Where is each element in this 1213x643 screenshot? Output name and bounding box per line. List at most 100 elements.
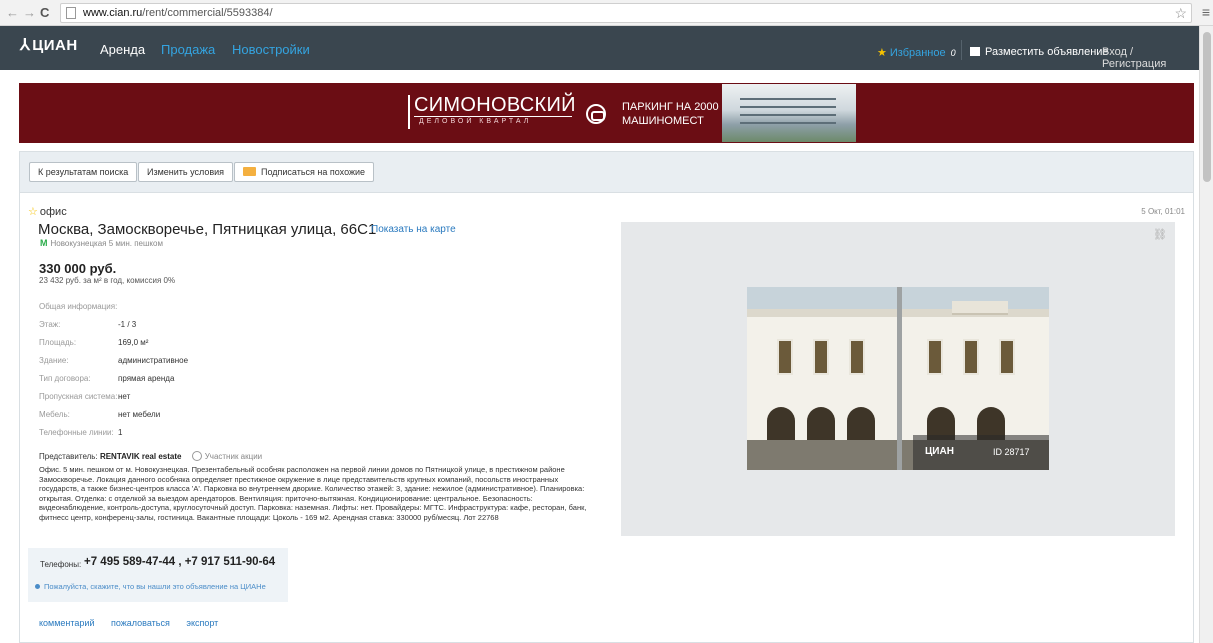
listing-price: 330 000 руб.	[39, 261, 117, 276]
listing-photo[interactable]: ЦИАН ID 28717	[747, 287, 1049, 470]
favorites-count: 0	[950, 48, 956, 58]
photo-window	[777, 339, 793, 375]
building-floor	[740, 106, 836, 108]
phone-box: Телефоны: +7 495 589-47-44 , +7 917 511-…	[28, 548, 288, 602]
banner-building-image	[722, 84, 856, 142]
favorites-label: Избранное	[889, 47, 946, 59]
banner-underline	[414, 116, 572, 117]
info-row-area: Площадь: 169,0 м²	[39, 338, 188, 356]
info-value: административное	[118, 356, 189, 365]
page-scrollbar[interactable]	[1199, 26, 1213, 643]
subscribe-similar-button[interactable]: Подписаться на похожие	[234, 162, 375, 182]
export-link[interactable]: экспорт	[186, 618, 218, 628]
login-link[interactable]: Вход / Регистрация	[1102, 46, 1199, 70]
listing-date: 5 Окт, 01:01	[1141, 207, 1185, 216]
info-dot-icon	[35, 584, 40, 589]
photo-gallery[interactable]: ⛓ ЦИАН ID 28717	[621, 222, 1175, 536]
photo-arch	[767, 407, 795, 441]
photo-watermark: ЦИАН ID 28717	[913, 435, 1049, 470]
envelope-icon	[243, 167, 256, 176]
metro-text: Новокузнецкая 5 мин. пешком	[50, 239, 163, 248]
complain-link[interactable]: пожаловаться	[111, 618, 170, 628]
info-row-access: Пропускная система:нет	[39, 392, 188, 410]
photo-window	[927, 339, 943, 375]
photo-pole	[897, 287, 902, 470]
info-key: Здание:	[39, 356, 69, 365]
bookmark-star-icon[interactable]: ☆	[1174, 5, 1187, 22]
building-floor	[740, 114, 836, 116]
banner-parking-text: ПАРКИНГ НА 2000 МАШИНОМЕСТ	[622, 100, 719, 128]
general-info: Общая информация: Этаж: -1 / 3 Площадь: 16…	[39, 302, 188, 446]
info-value: -1 / 3	[118, 320, 137, 329]
info-key: Мебель:	[39, 410, 70, 419]
url-domain: www.cian.ru	[83, 7, 143, 19]
page-icon	[66, 7, 76, 19]
url-path: /rent/commercial/5593384/	[142, 7, 273, 19]
show-on-map-link[interactable]: Показать на карте	[371, 224, 456, 235]
banner-brand-sub: ДЕЛОВОЙ КВАРТАЛ	[419, 118, 532, 125]
logo-icon: ⅄	[20, 37, 31, 54]
info-key: Телефонные линии:	[39, 428, 114, 437]
photo-arch	[847, 407, 875, 441]
nav-new-buildings[interactable]: Новостройки	[232, 42, 310, 57]
browser-menu-icon[interactable]: ≡	[1202, 4, 1210, 20]
promo-badge: Участник акции	[191, 451, 263, 461]
info-row-building: Здание: административное	[39, 356, 188, 374]
representative: Представитель: RENTAVIK real estate Учас…	[39, 451, 262, 461]
phone-numbers[interactable]: +7 495 589-47-44 , +7 917 511-90-64	[84, 556, 275, 568]
building-floor	[740, 122, 836, 124]
listing-panel: К результатам поиска Изменить условия По…	[19, 151, 1194, 643]
metro-info: M Новокузнецкая 5 мин. пешком	[40, 238, 163, 248]
info-key: Площадь:	[39, 338, 77, 347]
favorite-star-icon[interactable]: ☆	[28, 206, 38, 218]
info-value: нет	[118, 392, 131, 401]
ad-banner[interactable]: СИМОНОВСКИЙ ДЕЛОВОЙ КВАРТАЛ ПАРКИНГ НА 2…	[19, 83, 1194, 143]
info-key: Тип договора:	[39, 374, 91, 383]
promo-badge-label: Участник акции	[204, 452, 263, 461]
photo-window	[849, 339, 865, 375]
rep-name[interactable]: RENTAVIK real estate	[100, 452, 182, 461]
forward-icon[interactable]: →	[23, 5, 36, 20]
subscribe-label: Подписаться на похожие	[261, 167, 366, 177]
general-info-title: Общая информация:	[39, 302, 118, 311]
post-ad-icon	[970, 47, 980, 56]
back-icon[interactable]: ←	[6, 5, 19, 20]
rep-label: Представитель:	[39, 452, 98, 461]
browser-toolbar: ← → C www.cian.ru/rent/commercial/559338…	[0, 0, 1213, 26]
reload-icon[interactable]: C	[40, 5, 49, 20]
favorites-star-icon: ★	[877, 47, 887, 59]
listing-toolbar: К результатам поиска Изменить условия По…	[20, 152, 1193, 193]
listing-actions: комментарий пожаловаться экспорт	[39, 618, 232, 628]
info-value: 1	[118, 428, 123, 437]
info-key: Пропускная система:	[39, 392, 118, 401]
parking-line-1: ПАРКИНГ НА 2000	[622, 101, 719, 113]
change-conditions-button[interactable]: Изменить условия	[138, 162, 234, 182]
nav-rent[interactable]: Аренда	[100, 42, 145, 57]
post-ad-link[interactable]: Разместить объявление	[970, 46, 1109, 58]
photo-pediment	[952, 301, 1008, 315]
back-to-results-button[interactable]: К результатам поиска	[29, 162, 138, 182]
info-value: прямая аренда	[118, 374, 175, 383]
phone-note-text: Пожалуйста, скажите, что вы нашли это об…	[44, 582, 266, 591]
nav-sale[interactable]: Продажа	[161, 42, 215, 57]
info-value: нет мебели	[118, 410, 161, 419]
photo-arch	[807, 407, 835, 441]
price-per-meter: 23 432 руб. за м² в год, комиссия 0%	[39, 276, 176, 285]
favorites-link[interactable]: ★ Избранное 0	[877, 46, 956, 59]
listing-description: Офис. 5 мин. пешком от м. Новокузнецкая.…	[39, 465, 587, 522]
photo-window	[813, 339, 829, 375]
cian-logo[interactable]: ⅄ ЦИАН	[20, 35, 78, 55]
listing-address: Москва, Замоскворечье, Пятницкая улица, …	[38, 221, 377, 238]
url-text: www.cian.ru/rent/commercial/5593384/	[83, 7, 273, 19]
info-row-furniture: Мебель: нет мебели	[39, 410, 188, 428]
photo-window	[963, 339, 979, 375]
address-bar[interactable]: www.cian.ru/rent/commercial/5593384/ ☆	[60, 3, 1192, 23]
banner-brand: СИМОНОВСКИЙ	[414, 94, 576, 116]
info-row-contract: Тип договора: прямая аренда	[39, 374, 188, 392]
info-value: 169,0 м²	[118, 338, 149, 347]
watermark-id: ID 28717	[993, 447, 1030, 457]
link-icon[interactable]: ⛓	[1153, 228, 1167, 241]
scrollbar-thumb[interactable]	[1203, 32, 1211, 182]
comment-link[interactable]: комментарий	[39, 618, 94, 628]
post-ad-label: Разместить объявление	[985, 46, 1109, 58]
